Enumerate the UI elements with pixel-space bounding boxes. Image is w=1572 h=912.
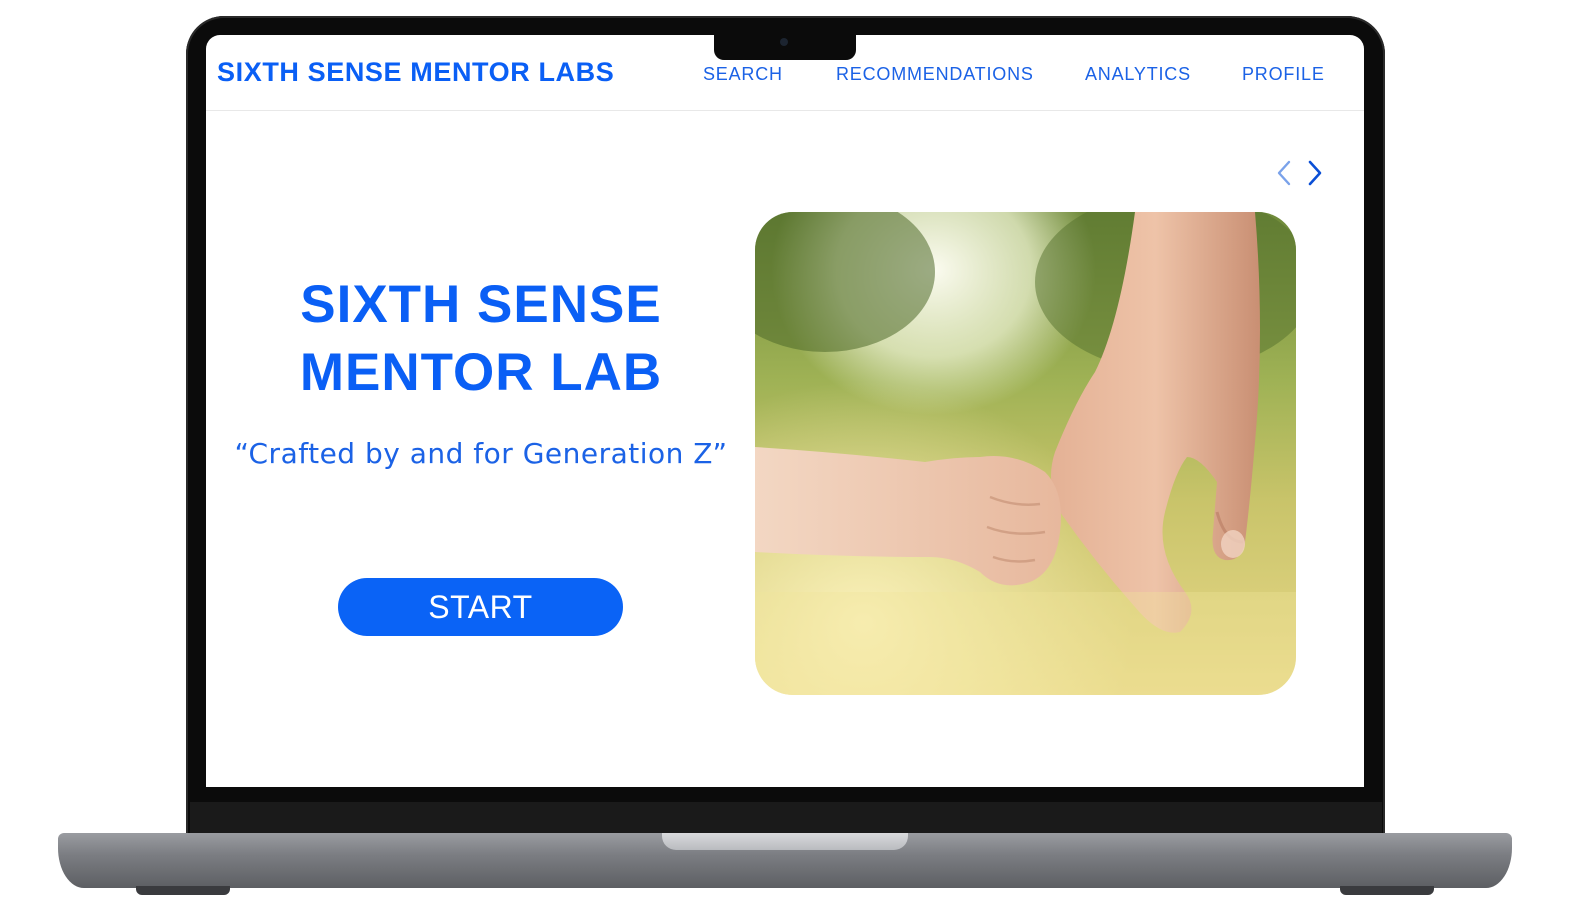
chevron-right-icon[interactable] (1303, 160, 1327, 186)
hero-title-line-1: SIXTH SENSE (300, 275, 662, 334)
hero-title: SIXTH SENSE MENTOR LAB (236, 271, 726, 407)
laptop-chin (190, 802, 1382, 834)
camera-notch (714, 35, 856, 60)
screen: SIXTH SENSE MENTOR LABS SEARCH RECOMMEND… (206, 35, 1364, 787)
brand-logo-text[interactable]: SIXTH SENSE MENTOR LABS (217, 57, 614, 88)
hero-title-line-2: MENTOR LAB (299, 343, 663, 402)
start-button[interactable]: START (338, 578, 623, 636)
hero-image (755, 212, 1296, 695)
chevron-left-icon[interactable] (1274, 160, 1298, 186)
nav-link-recommendations[interactable]: RECOMMENDATIONS (836, 64, 1034, 85)
laptop-foot-left (136, 886, 230, 895)
nav-link-profile[interactable]: PROFILE (1242, 64, 1325, 85)
camera-icon (780, 38, 788, 46)
nav-link-analytics[interactable]: ANALYTICS (1085, 64, 1191, 85)
laptop-base (58, 833, 1512, 888)
hero-tagline: “Crafted by and for Generation Z” (234, 437, 728, 470)
laptop-mockup: SIXTH SENSE MENTOR LABS SEARCH RECOMMEND… (0, 0, 1572, 912)
laptop-foot-right (1340, 886, 1434, 895)
nav-link-search[interactable]: SEARCH (703, 64, 783, 85)
laptop-opening-notch (662, 833, 908, 850)
